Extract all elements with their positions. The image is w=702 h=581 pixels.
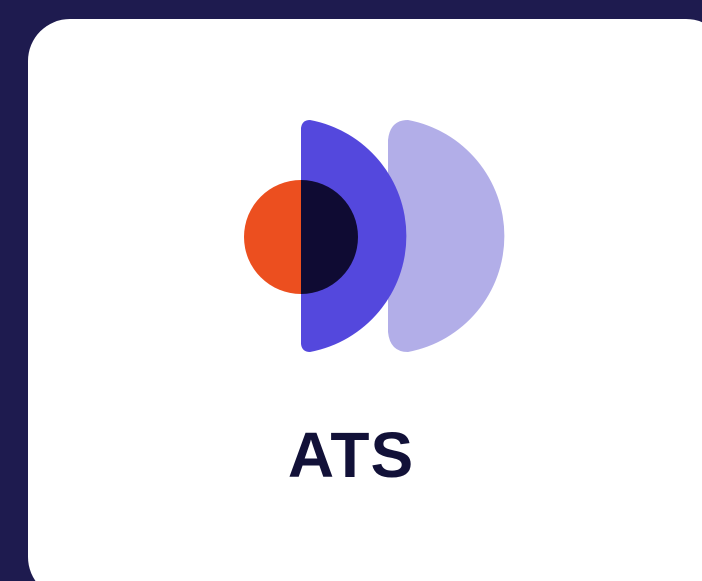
app-icon-frame: ATS xyxy=(0,0,702,581)
ats-logo-icon xyxy=(244,120,505,352)
app-label: ATS xyxy=(287,419,415,491)
orange-half-circle-shape xyxy=(244,180,301,294)
